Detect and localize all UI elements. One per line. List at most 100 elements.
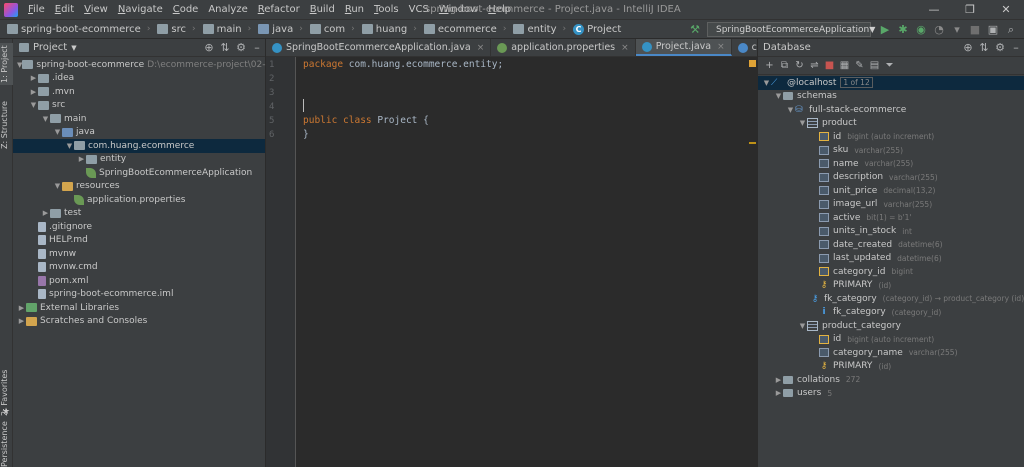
expanded-arrow-icon[interactable]: ▼: [65, 142, 74, 150]
search-everywhere-icon[interactable]: ⌕: [1002, 22, 1020, 37]
db-column[interactable]: i fk_category (category_id): [758, 306, 1024, 320]
db-column[interactable]: active bit(1) = b'1': [758, 211, 1024, 225]
table-view-icon[interactable]: ▦: [837, 60, 852, 71]
db-column[interactable]: id bigint (auto increment): [758, 130, 1024, 144]
collapsed-arrow-icon[interactable]: ▶: [29, 88, 38, 96]
project-tree-item[interactable]: ▼ com.huang.ecommerce: [13, 139, 265, 153]
edit-icon[interactable]: ✎: [852, 60, 867, 71]
db-column[interactable]: ⚷ PRIMARY (id): [758, 279, 1024, 293]
project-tool-tab[interactable]: 1: Project: [0, 43, 13, 85]
editor-tab[interactable]: application.properties ×: [491, 39, 636, 56]
expanded-arrow-icon[interactable]: ▼: [41, 115, 50, 123]
code-line[interactable]: [303, 86, 747, 100]
db-column[interactable]: description varchar(255): [758, 171, 1024, 185]
locate-target-icon[interactable]: ⊕: [201, 41, 217, 54]
minimize-panel-icon[interactable]: –: [249, 41, 265, 54]
db-column[interactable]: ⚷ PRIMARY (id): [758, 360, 1024, 374]
project-tree-item[interactable]: ▼ src: [13, 99, 265, 113]
project-tree-item[interactable]: ▶ External Libraries: [13, 301, 265, 315]
expanded-arrow-icon[interactable]: ▼: [798, 119, 807, 127]
project-tree-item[interactable]: spring-boot-ecommerce.iml: [13, 288, 265, 302]
minimize-panel-icon[interactable]: –: [1008, 41, 1024, 54]
menu-run[interactable]: Run: [340, 4, 369, 15]
code-line[interactable]: public class Project {: [303, 114, 747, 128]
project-structure-icon[interactable]: ▣: [984, 22, 1002, 37]
db-column[interactable]: category_id bigint: [758, 265, 1024, 279]
gear-icon[interactable]: ⚙: [992, 41, 1008, 54]
db-column[interactable]: id bigint (auto increment): [758, 333, 1024, 347]
code-line[interactable]: package com.huang.ecommerce.entity;: [303, 58, 747, 72]
db-column[interactable]: category_name varchar(255): [758, 346, 1024, 360]
breadcrumb-item[interactable]: src ›: [150, 24, 196, 35]
run-configuration-select[interactable]: SpringBootEcommerceApplication ▼: [707, 22, 875, 37]
project-tree-item[interactable]: HELP.md: [13, 234, 265, 248]
project-tree-item[interactable]: application.properties: [13, 193, 265, 207]
db-schema[interactable]: ▼ ⛁ full-stack-ecommerce: [758, 103, 1024, 117]
collapsed-arrow-icon[interactable]: ▶: [29, 74, 38, 82]
project-tree-item[interactable]: pom.xml: [13, 274, 265, 288]
close-icon[interactable]: ✕: [988, 0, 1024, 19]
db-column[interactable]: sku varchar(255): [758, 144, 1024, 158]
project-tree-item[interactable]: ▼ spring-boot-ecommerce D:\ecommerce-proje…: [13, 58, 304, 72]
expanded-arrow-icon[interactable]: ▼: [53, 182, 62, 190]
schema-sync-icon[interactable]: ⇌: [807, 60, 822, 71]
refresh-icon[interactable]: ↻: [792, 60, 807, 71]
stop-icon[interactable]: ■: [822, 60, 837, 71]
expanded-arrow-icon[interactable]: ▼: [762, 79, 771, 87]
collapse-all-icon[interactable]: ⇅: [976, 41, 992, 54]
menu-analyze[interactable]: Analyze: [203, 4, 252, 15]
persistence-tool-tab[interactable]: Persistence: [0, 421, 13, 467]
collapse-all-icon[interactable]: ⇅: [217, 41, 233, 54]
db-column[interactable]: units_in_stock int: [758, 225, 1024, 239]
menu-view[interactable]: View: [79, 4, 113, 15]
db-column[interactable]: last_updated datetime(6): [758, 252, 1024, 266]
db-schemas-group[interactable]: ▼ schemas: [758, 90, 1024, 104]
collapsed-arrow-icon[interactable]: ▶: [77, 155, 86, 163]
expanded-arrow-icon[interactable]: ▼: [29, 101, 38, 109]
breadcrumb-item[interactable]: ecommerce ›: [417, 24, 506, 35]
close-tab-icon[interactable]: ×: [717, 42, 725, 52]
db-connection[interactable]: ▼ ⟋ @localhost 1 of 12: [758, 76, 1024, 90]
locate-target-icon[interactable]: ⊕: [960, 41, 976, 54]
profile-icon[interactable]: ◔: [930, 22, 948, 37]
breadcrumb-item[interactable]: spring-boot-ecommerce ›: [0, 24, 150, 35]
db-table[interactable]: ▼ product: [758, 117, 1024, 131]
copy-icon[interactable]: ⧉: [777, 60, 792, 71]
menu-build[interactable]: Build: [305, 4, 340, 15]
breadcrumb-item[interactable]: com ›: [303, 24, 355, 35]
editor-tab[interactable]: Project.java ×: [635, 39, 732, 56]
breadcrumb-item[interactable]: huang ›: [355, 24, 417, 35]
expanded-arrow-icon[interactable]: ▼: [53, 128, 62, 136]
menu-edit[interactable]: Edit: [50, 4, 79, 15]
collapsed-arrow-icon[interactable]: ▶: [41, 209, 50, 217]
code-area[interactable]: package com.huang.ecommerce.entity; publi…: [303, 57, 747, 142]
project-tree-item[interactable]: mvnw: [13, 247, 265, 261]
expanded-arrow-icon[interactable]: ▼: [774, 92, 783, 100]
hammer-build-icon[interactable]: ⚒: [686, 22, 704, 37]
project-tree-item[interactable]: mvnw.cmd: [13, 261, 265, 275]
close-tab-icon[interactable]: ×: [477, 43, 485, 53]
collapsed-arrow-icon[interactable]: ▶: [774, 389, 783, 397]
db-column[interactable]: unit_price decimal(13,2): [758, 184, 1024, 198]
coverage-icon[interactable]: ◉: [912, 22, 930, 37]
structure-tool-tab[interactable]: Z: Structure: [0, 99, 13, 151]
filter-icon[interactable]: ⏷: [882, 60, 897, 71]
project-tree-item[interactable]: ▶ .mvn: [13, 85, 265, 99]
breadcrumb-item[interactable]: C Project: [566, 23, 621, 35]
code-line[interactable]: [303, 100, 747, 114]
warning-indicator-icon[interactable]: [749, 60, 756, 67]
add-icon[interactable]: +: [762, 60, 777, 71]
db-users-group[interactable]: ▶ users 5: [758, 387, 1024, 401]
project-tree-item[interactable]: .gitignore: [13, 220, 265, 234]
db-column[interactable]: name varchar(255): [758, 157, 1024, 171]
collapsed-arrow-icon[interactable]: ▶: [17, 304, 26, 312]
project-tree-item[interactable]: ▶ test: [13, 207, 265, 221]
code-line[interactable]: [303, 72, 747, 86]
breadcrumb-item[interactable]: entity ›: [506, 24, 566, 35]
db-column[interactable]: date_created datetime(6): [758, 238, 1024, 252]
project-tree-item[interactable]: ▼ java: [13, 126, 265, 140]
menu-file[interactable]: File: [23, 4, 50, 15]
chevron-down-icon[interactable]: ▼: [71, 44, 76, 52]
db-collations-group[interactable]: ▶ collations 272: [758, 373, 1024, 387]
menu-refactor[interactable]: Refactor: [253, 4, 305, 15]
